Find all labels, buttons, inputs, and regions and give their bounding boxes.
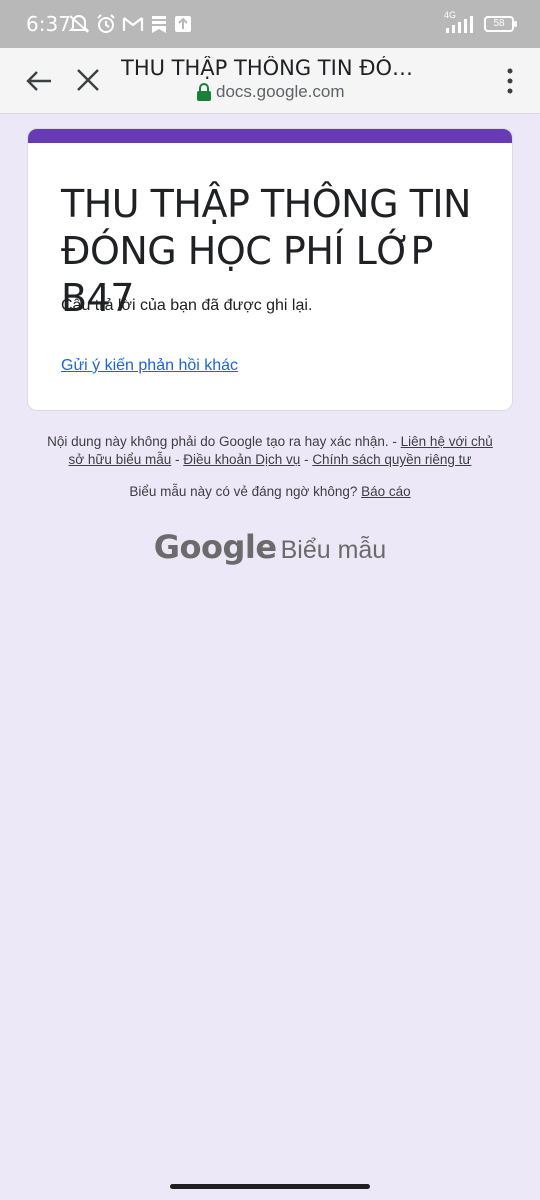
google-forms-logo[interactable]: Google Biểu mẫu [0, 528, 540, 566]
report-abuse-row: Biểu mẫu này có vẻ đáng ngờ không? Báo c… [0, 484, 540, 499]
card-accent-bar [28, 129, 512, 143]
suspicious-form-text: Biểu mẫu này có vẻ đáng ngờ không? [129, 484, 362, 499]
footer-separator: - [171, 452, 184, 467]
gmail-icon [122, 17, 144, 31]
terms-of-service-link[interactable]: Điều khoản Dịch vụ [183, 452, 300, 467]
page-title: THU THẬP THÔNG TIN ĐÓNG HỌC PHÍ LỚP B47 [121, 56, 421, 80]
confirmation-card: THU THẬP THÔNG TIN ĐÓNG HỌC PHÍ LỚP B47 … [27, 128, 513, 411]
status-notification-icons [68, 14, 192, 34]
report-link[interactable]: Báo cáo [361, 484, 411, 499]
status-bar: 6:37 4G 58 [0, 0, 540, 48]
confirmation-message: Câu trả lời của bạn đã được ghi lại. [61, 297, 313, 314]
url-domain: docs.google.com [216, 82, 345, 101]
footer-disclaimer: Nội dung này không phải do Google tạo ra… [40, 433, 500, 469]
back-arrow-icon[interactable] [24, 66, 54, 96]
more-options-icon[interactable] [500, 66, 520, 96]
forms-product-name: Biểu mẫu [280, 536, 387, 564]
custom-tab-toolbar: THU THẬP THÔNG TIN ĐÓNG HỌC PHÍ LỚP B47 … [0, 48, 540, 114]
lock-icon [197, 83, 211, 101]
home-gesture-bar[interactable] [170, 1184, 370, 1189]
submit-another-response-link[interactable]: Gửi ý kiến phản hồi khác [61, 357, 238, 375]
alarm-clock-icon [97, 14, 115, 33]
upload-icon [175, 16, 191, 32]
bookmark-news-icon [152, 16, 166, 33]
status-time: 6:37 [26, 12, 71, 36]
google-wordmark: Google [153, 528, 277, 566]
battery-icon: 58 [484, 16, 517, 32]
footer-separator: - [300, 452, 313, 467]
signal-strength: 4G [444, 10, 478, 34]
mute-vibrate-icon [68, 15, 90, 33]
status-system-icons: 4G 58 [444, 10, 517, 34]
url-display: docs.google.com [197, 82, 345, 102]
disclaimer-text: Nội dung này không phải do Google tạo ra… [47, 434, 401, 449]
signal-bars-icon [446, 16, 473, 33]
privacy-policy-link[interactable]: Chính sách quyền riêng tư [312, 452, 471, 467]
close-icon[interactable] [74, 66, 102, 94]
